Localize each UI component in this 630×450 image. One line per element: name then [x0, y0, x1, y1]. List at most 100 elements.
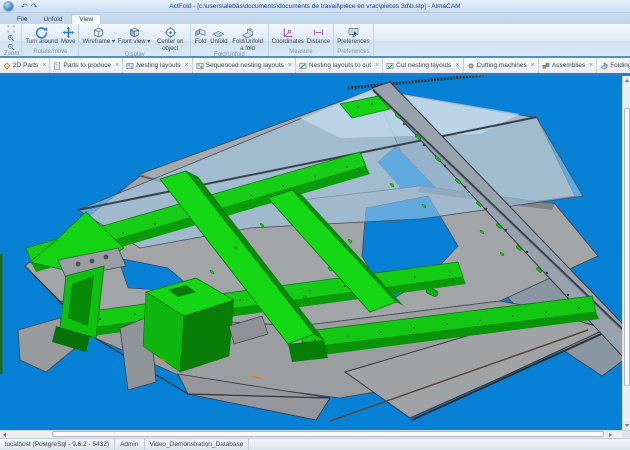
zoom-in-button[interactable]	[5, 34, 16, 42]
zoom-out-button[interactable]	[5, 43, 16, 51]
tab-folding-parts[interactable]: Folding parts×	[597, 58, 630, 73]
ribbon-group-measure: Coordinates Distance Measure	[269, 24, 335, 56]
ribbon-group-rotate-move: Turn around Move Rotate/move	[22, 24, 79, 56]
cutting-machines-icon	[467, 62, 475, 70]
turn-around-label: Turn around	[25, 39, 57, 46]
fold-label: Fold	[195, 39, 207, 46]
wireframe-icon	[92, 26, 105, 39]
dropdown-arrow-icon: ▾	[147, 39, 150, 45]
assemblies-icon	[542, 62, 550, 70]
close-icon[interactable]: ×	[375, 62, 379, 69]
close-icon[interactable]: ×	[288, 62, 292, 69]
preferences-icon	[347, 26, 360, 39]
tab-nesting-layouts[interactable]: Nesting layouts×	[123, 58, 193, 73]
coordinates-icon	[281, 26, 294, 39]
scroll-right-arrow[interactable]	[606, 431, 614, 438]
distance-icon	[312, 26, 325, 39]
zoom-fit-button[interactable]	[5, 25, 16, 33]
center-on-object-icon	[164, 26, 177, 39]
wireframe-button[interactable]: Wireframe ▾	[81, 25, 115, 52]
coordinates-label: Coordinates	[272, 39, 304, 46]
parts-to-produce-icon	[53, 62, 61, 70]
tab-cutting-machines[interactable]: Cutting machines×	[464, 58, 539, 73]
wireframe-label: Wireframe ▾	[82, 39, 114, 46]
fold-button[interactable]: Fold	[193, 25, 208, 52]
group-label-preferences: Preferences	[336, 49, 370, 56]
center-on-object-button[interactable]: Center on object	[152, 25, 188, 52]
scroll-left-arrow[interactable]	[0, 431, 8, 438]
vertical-scroll-thumb[interactable]	[624, 108, 630, 386]
ribbon-group-display: Wireframe ▾ Front view ▾ Center on objec…	[79, 24, 191, 56]
horizontal-scrollbar[interactable]	[0, 431, 622, 438]
close-icon[interactable]: ×	[531, 62, 535, 69]
distance-button[interactable]: Distance	[306, 25, 331, 49]
scroll-down-arrow[interactable]	[623, 421, 630, 430]
viewport-3d[interactable]	[0, 76, 630, 430]
tab-cut-nesting-layouts[interactable]: Cut nesting layouts×	[383, 58, 463, 73]
model-3d-sheet-metal	[0, 76, 622, 430]
front-view-label: Front view ▾	[118, 39, 150, 46]
fold-icon	[194, 26, 207, 39]
front-view-button[interactable]: Front view ▾	[117, 25, 151, 52]
status-database-name: Video_Demonstration_Database	[145, 439, 250, 450]
status-bar: localhost (PostgreSql - 9.6.2 - 5432) Ad…	[0, 438, 630, 450]
zoom-fit-icon	[7, 25, 15, 33]
ribbon-tab-strip: File Unfold View	[0, 13, 630, 24]
tab-assemblies[interactable]: Assemblies×	[539, 58, 597, 73]
window-title: ActFold - [c:\users\alebas\documents\doc…	[0, 3, 630, 10]
sequenced-nesting-icon	[196, 62, 204, 70]
unfold-button[interactable]: Unfold	[209, 25, 228, 52]
actfold-window: ↶ ↷ ActFold - [c:\users\alebas\documents…	[0, 0, 630, 450]
ribbon: Zoom Turn around Move Rotate/move Wirefr…	[0, 24, 630, 58]
group-label-zoom: Zoom	[4, 51, 19, 58]
dropdown-arrow-icon: ▾	[112, 39, 115, 45]
horizontal-scroll-thumb[interactable]	[52, 431, 604, 437]
close-icon[interactable]: ×	[185, 62, 189, 69]
cut-nesting-icon	[386, 62, 394, 70]
close-icon[interactable]: ×	[589, 62, 593, 69]
move-button[interactable]: Move	[60, 25, 77, 49]
ribbon-tab-view[interactable]: View	[71, 14, 101, 24]
unfold-icon	[212, 26, 225, 39]
zoom-out-icon	[7, 43, 15, 51]
horizontal-scrollbar-row	[0, 430, 630, 438]
center-on-object-label: Center on object	[153, 39, 187, 52]
preferences-label: Preferences	[337, 39, 369, 46]
unfold-label: Unfold	[210, 39, 227, 46]
scrollbar-corner	[622, 431, 630, 438]
coordinates-button[interactable]: Coordinates	[271, 25, 305, 49]
scroll-up-arrow[interactable]	[623, 76, 630, 85]
turn-around-button[interactable]: Turn around	[24, 25, 58, 49]
group-label-measure: Measure	[271, 49, 332, 56]
ribbon-tab-file[interactable]: File	[10, 15, 34, 24]
tab-2d-parts[interactable]: 2D Parts×	[0, 58, 50, 73]
status-database-server: localhost (PostgreSql - 9.6.2 - 5432)	[0, 439, 115, 450]
ribbon-tab-unfold[interactable]: Unfold	[36, 15, 69, 24]
move-label: Move	[61, 39, 76, 46]
document-tab-bar: 2D Parts× Parts to produce× Nesting layo…	[0, 58, 630, 73]
tab-sequenced-nesting-layouts[interactable]: Sequenced nesting layouts×	[193, 58, 296, 73]
fold-unfold-a-fold-label: Fold/Unfold a fold	[231, 39, 265, 52]
folding-parts-icon	[600, 62, 608, 70]
close-icon[interactable]: ×	[42, 62, 46, 69]
ribbon-group-zoom: Zoom	[2, 24, 22, 56]
preferences-button[interactable]: Preferences	[336, 25, 370, 49]
fold-unfold-a-fold-button[interactable]: Fold/Unfold a fold	[230, 25, 266, 52]
nesting-to-cut-icon	[299, 62, 307, 70]
turn-around-icon	[35, 26, 48, 39]
move-icon	[62, 26, 75, 39]
fold-unfold-a-fold-icon	[241, 26, 254, 39]
vertical-scrollbar[interactable]	[622, 76, 630, 430]
title-bar: ↶ ↷ ActFold - [c:\users\alebas\documents…	[0, 0, 630, 13]
distance-label: Distance	[307, 39, 330, 46]
zoom-in-icon	[7, 34, 15, 42]
parts-2d-icon	[3, 62, 11, 70]
close-icon[interactable]: ×	[115, 62, 119, 69]
tab-nesting-layouts-to-cut[interactable]: Nesting layouts to cut×	[296, 58, 383, 73]
status-user: Admin	[115, 439, 144, 450]
tab-parts-to-produce[interactable]: Parts to produce×	[50, 58, 123, 73]
nesting-layouts-icon	[126, 62, 134, 70]
group-label-rotate-move: Rotate/move	[24, 49, 76, 56]
ribbon-group-preferences: Preferences Preferences	[334, 24, 373, 56]
close-icon[interactable]: ×	[455, 62, 459, 69]
